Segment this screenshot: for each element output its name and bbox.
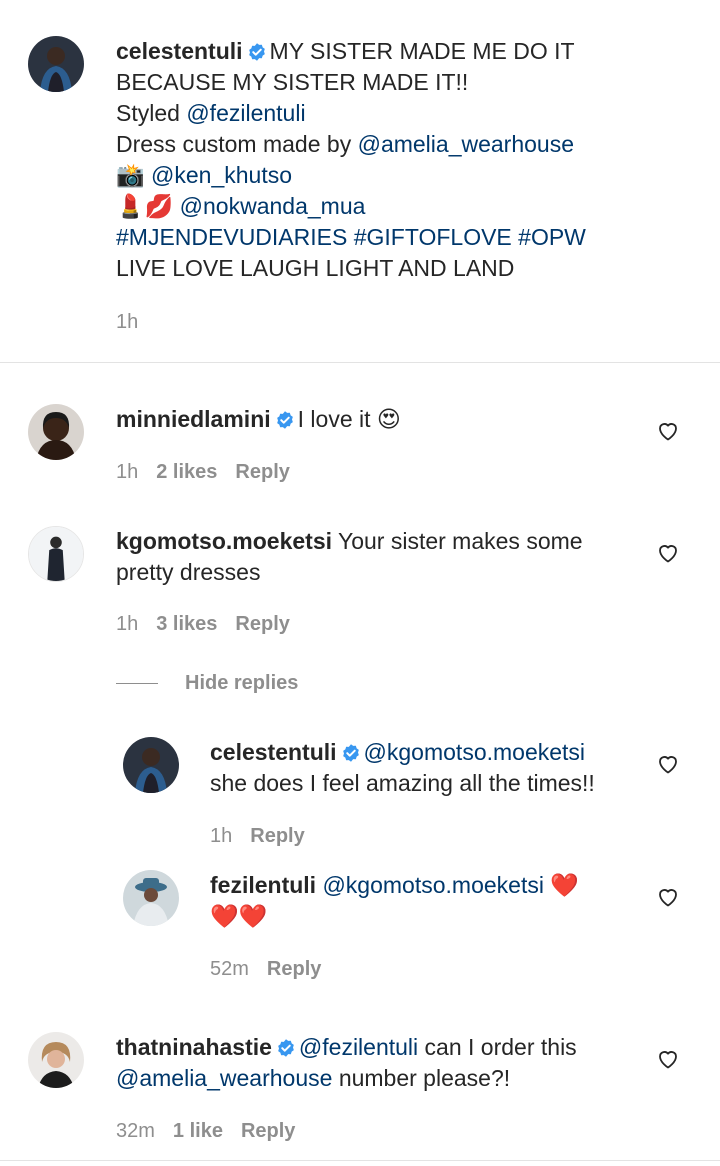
reply-body: celestentuli @kgomotso.moeketsi — [210, 737, 585, 768]
avatar-celestentuli[interactable] — [28, 36, 84, 92]
comment-likes-count[interactable]: 1 like — [173, 1120, 223, 1142]
reply-button[interactable]: Reply — [235, 613, 289, 635]
mention-link[interactable]: @kgomotso.moeketsi — [364, 739, 586, 765]
caption-line-4: Dress custom made by @amelia_wearhouse — [116, 129, 574, 160]
hide-replies-line — [116, 683, 158, 684]
caption-line-5: 📸 @ken_khutso — [116, 160, 292, 191]
reply-meta: 1h Reply — [210, 824, 305, 848]
comment-meta: 32m 1 like Reply — [116, 1119, 295, 1143]
comment-timestamp: 1h — [116, 461, 139, 483]
caption-styled-label: Styled — [116, 100, 187, 126]
avatar-thatninahastie[interactable] — [28, 1032, 84, 1088]
comment-text: Your sister makes some — [337, 528, 583, 554]
mention-link[interactable]: @fezilentuli — [186, 100, 305, 126]
reply-timestamp: 1h — [210, 825, 233, 847]
reply-button[interactable]: Reply — [267, 958, 321, 980]
caption-timestamp: 1h — [116, 311, 139, 333]
mention-link[interactable]: @nokwanda_mua — [180, 193, 366, 219]
mention-link[interactable]: @amelia_wearhouse — [116, 1065, 332, 1091]
mention-link[interactable]: @kgomotso.moeketsi — [322, 872, 544, 898]
avatar-fezilentuli[interactable] — [123, 870, 179, 926]
comment-timestamp: 1h — [116, 613, 139, 635]
mention-link[interactable]: @ken_khutso — [151, 162, 292, 188]
comment-meta: 1h 2 likes Reply — [116, 460, 290, 484]
like-heart-icon[interactable] — [656, 419, 680, 443]
reply-button[interactable]: Reply — [250, 825, 304, 847]
reply-meta: 52m Reply — [210, 957, 321, 981]
caption-divider — [0, 362, 720, 363]
comment-username[interactable]: thatninahastie — [116, 1034, 272, 1060]
comment-text-line2: pretty dresses — [116, 559, 261, 585]
reply-username[interactable]: celestentuli — [210, 739, 337, 765]
mention-link[interactable]: @fezilentuli — [299, 1034, 418, 1060]
comment-likes-count[interactable]: 2 likes — [156, 461, 217, 483]
heart-eyes-emoji-icon: 😍 — [376, 406, 401, 432]
caption-line-8: LIVE LOVE LAUGH LIGHT AND LAND — [116, 255, 515, 281]
verified-badge-icon — [278, 1039, 294, 1057]
caption-text-line1: MY SISTER MADE ME DO IT — [269, 38, 575, 64]
comment-username[interactable]: kgomotso.moeketsi — [116, 528, 332, 554]
caption-line-6: 💄💋 @nokwanda_mua — [116, 191, 365, 222]
reply-button[interactable]: Reply — [241, 1120, 295, 1142]
comment-text: I love it — [297, 406, 371, 432]
caption-line-2: BECAUSE MY SISTER MADE IT!! — [116, 69, 469, 95]
caption-line-3: Styled @fezilentuli — [116, 98, 306, 129]
comment-body: thatninahastie @fezilentuli can I order t… — [116, 1032, 577, 1063]
bottom-divider — [0, 1160, 720, 1161]
comment-body: minniedlamini I love it 😍 — [116, 404, 401, 435]
reply-text: she does I feel amazing all the times!! — [210, 770, 595, 796]
red-heart-emoji-icon: ❤️ — [550, 872, 579, 898]
comment-text: number please?! — [338, 1065, 511, 1091]
caption-hashtags[interactable]: #MJENDEVUDIARIES #GIFTOFLOVE #OPW — [116, 222, 586, 253]
comment-text-line2: @amelia_wearhouse number please?! — [116, 1063, 510, 1094]
comment-meta: 1h 3 likes Reply — [116, 612, 290, 636]
like-heart-icon[interactable] — [656, 752, 680, 776]
avatar-kgomotso[interactable] — [28, 526, 84, 582]
like-heart-icon[interactable] — [656, 541, 680, 565]
reply-emoji-line: ❤️❤️ — [210, 903, 268, 929]
comment-likes-count[interactable]: 3 likes — [156, 613, 217, 635]
reply-username[interactable]: fezilentuli — [210, 872, 316, 898]
avatar-minniedlamini[interactable] — [28, 404, 84, 460]
comment-body: kgomotso.moeketsi Your sister makes some — [116, 526, 583, 557]
avatar-celestentuli[interactable] — [123, 737, 179, 793]
comment-timestamp: 32m — [116, 1120, 155, 1142]
lipstick-kiss-emoji-icon: 💄💋 — [116, 193, 174, 219]
like-heart-icon[interactable] — [656, 1047, 680, 1071]
verified-badge-icon — [342, 744, 359, 762]
comment-username[interactable]: minniedlamini — [116, 406, 271, 432]
verified-badge-icon — [276, 411, 293, 429]
verified-badge-icon — [248, 43, 265, 61]
caption-line-1: celestentuli MY SISTER MADE ME DO IT — [116, 36, 575, 67]
reply-button[interactable]: Reply — [235, 461, 289, 483]
caption-username[interactable]: celestentuli — [116, 38, 243, 64]
comment-text: can I order this — [424, 1034, 577, 1060]
reply-body: fezilentuli @kgomotso.moeketsi ❤️ — [210, 870, 579, 901]
reply-timestamp: 52m — [210, 958, 249, 980]
hide-replies-button[interactable]: Hide replies — [185, 671, 298, 695]
like-heart-icon[interactable] — [656, 885, 680, 909]
hide-replies-label[interactable]: Hide replies — [185, 672, 298, 694]
mention-link[interactable]: @amelia_wearhouse — [358, 131, 574, 157]
camera-emoji-icon: 📸 — [116, 162, 145, 188]
caption-dress-label: Dress custom made by — [116, 131, 358, 157]
